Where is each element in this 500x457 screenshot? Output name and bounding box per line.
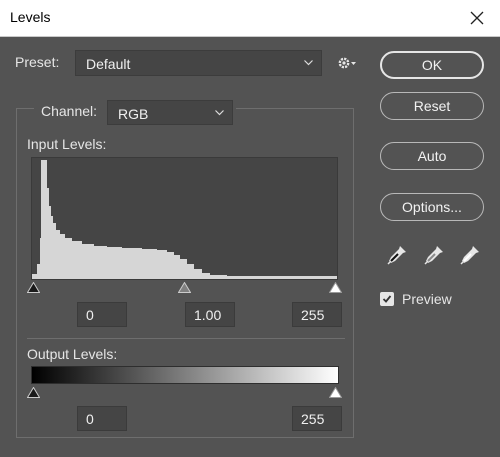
preset-value: Default — [86, 56, 131, 72]
output-white-field[interactable]: 255 — [292, 406, 342, 431]
input-gamma-field[interactable]: 1.00 — [185, 302, 235, 327]
preview-label: Preview — [402, 291, 452, 307]
chevron-down-icon — [304, 60, 313, 66]
options-button[interactable]: Options... — [380, 193, 484, 221]
divider — [27, 338, 345, 339]
set-gray-point-button[interactable] — [423, 244, 445, 266]
input-white-slider[interactable] — [329, 282, 342, 293]
preset-options-button[interactable] — [336, 54, 358, 72]
reset-button[interactable]: Reset — [380, 92, 484, 120]
input-black-slider[interactable] — [27, 282, 40, 293]
close-icon — [470, 11, 484, 25]
chevron-down-icon — [215, 110, 224, 116]
ok-button[interactable]: OK — [380, 51, 484, 79]
checkmark-icon — [382, 295, 392, 303]
title-bar: Levels — [0, 0, 500, 37]
window-title: Levels — [10, 9, 51, 25]
channel-value: RGB — [118, 106, 149, 122]
preview-checkbox[interactable] — [380, 292, 394, 306]
channel-label: Channel: — [41, 103, 98, 119]
output-gradient — [31, 366, 339, 384]
input-gamma-slider[interactable] — [178, 282, 191, 293]
input-white-field[interactable]: 255 — [292, 302, 342, 327]
output-black-field[interactable]: 0 — [77, 406, 127, 431]
black-eyedropper-icon — [387, 246, 406, 265]
gear-icon — [338, 57, 356, 69]
output-levels-label: Output Levels: — [27, 346, 118, 362]
preset-dropdown[interactable]: Default — [75, 50, 322, 76]
output-black-slider[interactable] — [27, 387, 40, 398]
histogram — [31, 157, 338, 280]
histogram-graph — [32, 160, 337, 279]
output-white-slider[interactable] — [329, 387, 342, 398]
input-black-field[interactable]: 0 — [77, 302, 127, 327]
input-levels-label: Input Levels: — [27, 136, 107, 152]
auto-button[interactable]: Auto — [380, 142, 484, 170]
set-black-point-button[interactable] — [386, 244, 408, 266]
set-white-point-button[interactable] — [459, 244, 481, 266]
channel-dropdown[interactable]: RGB — [107, 100, 233, 125]
white-eyedropper-icon — [460, 246, 479, 265]
gray-eyedropper-icon — [424, 246, 443, 265]
preset-label: Preset: — [15, 54, 60, 70]
close-button[interactable] — [454, 1, 500, 35]
